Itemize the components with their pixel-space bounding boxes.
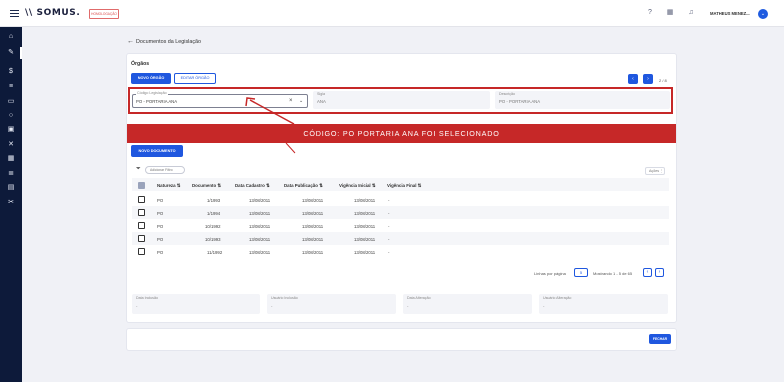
data-alteracao-value: -	[407, 304, 409, 309]
cell-data-cadastro: 13/08/2011	[249, 237, 271, 242]
data-alteracao-label: Data Alteração	[407, 296, 431, 300]
col-vigencia-inicial[interactable]: Vigência Inicial ⇅	[339, 183, 376, 189]
cell-vigencia-final: -	[388, 224, 390, 229]
codigo-label: Código Legislação	[136, 91, 168, 95]
cell-vigencia-final: -	[388, 250, 390, 255]
cell-vigencia-final: -	[388, 237, 390, 242]
add-filter-label: Adicionar Filtro	[150, 168, 173, 172]
cell-documento: 10/1993	[205, 237, 221, 242]
rows-per-page-select[interactable]: 5	[574, 268, 588, 277]
next-page-button[interactable]: ›	[655, 268, 664, 277]
usuario-alteracao-label: Usuário Alteração	[543, 296, 572, 300]
cell-vigencia-final: -	[388, 198, 390, 203]
acoes-button[interactable]: Ações ⋮	[645, 167, 665, 175]
annotation-arrows	[245, 97, 296, 154]
close-button[interactable]: FECHAR	[649, 334, 671, 344]
cell-data-publicacao: 13/08/2011	[302, 237, 324, 242]
row-checkbox[interactable]	[138, 209, 145, 216]
cell-data-publicacao: 13/08/2011	[302, 211, 324, 216]
cell-vigencia-final: -	[388, 211, 390, 216]
row-checkbox[interactable]	[138, 196, 145, 203]
data-inclusao-value: -	[136, 304, 138, 309]
select-all-checkbox[interactable]	[138, 182, 145, 189]
cell-data-publicacao: 13/08/2011	[302, 224, 324, 229]
usuario-inclusao-value: -	[271, 304, 273, 309]
annotation-banner: CÓDIGO: PO PORTARIA ANA FOI SELECIONADO	[127, 124, 676, 143]
new-document-button[interactable]: NOVO DOCUMENTO	[131, 145, 183, 157]
cell-data-cadastro: 13/08/2011	[249, 211, 271, 216]
usuario-alteracao-value: -	[543, 304, 545, 309]
cell-documento: 1/1993	[207, 198, 221, 203]
cell-data-cadastro: 13/08/2011	[249, 198, 271, 203]
cell-natureza: PO	[157, 211, 164, 216]
cell-data-cadastro: 13/08/2011	[249, 224, 271, 229]
col-natureza[interactable]: Natureza ⇅	[157, 183, 180, 189]
banner-tail	[285, 142, 296, 154]
col-data-publicacao[interactable]: Data Publicação ⇅	[284, 183, 323, 189]
col-data-cadastro[interactable]: Data Cadastro ⇅	[235, 183, 270, 189]
cell-documento: 10/1992	[205, 224, 221, 229]
arrow-line	[249, 99, 295, 125]
prev-page-button[interactable]: ‹	[643, 268, 652, 277]
col-vigencia-final[interactable]: Vigência Final ⇅	[387, 183, 421, 189]
rows-per-page-label: Linhas por página	[534, 271, 566, 276]
cell-natureza: PO	[157, 237, 164, 242]
cell-natureza: PO	[157, 224, 164, 229]
cell-data-publicacao: 13/08/2011	[302, 250, 324, 255]
filter-icon[interactable]: ⏷	[136, 166, 141, 173]
col-documento[interactable]: Documento ⇅	[192, 183, 221, 189]
row-checkbox[interactable]	[138, 235, 145, 242]
cell-vigencia-inicial: 13/08/2011	[354, 211, 376, 216]
cell-data-cadastro: 13/08/2011	[249, 250, 271, 255]
cell-natureza: PO	[157, 250, 164, 255]
showing-count: Mostrando 1 - 5 de 65	[593, 271, 633, 276]
usuario-inclusao-label: Usuário Inclusão	[271, 296, 298, 300]
add-filter-chip[interactable]: Adicionar Filtro	[145, 166, 185, 174]
cell-data-publicacao: 13/08/2011	[302, 198, 324, 203]
footer-card	[126, 328, 677, 351]
cell-vigencia-inicial: 13/08/2011	[354, 198, 376, 203]
cell-vigencia-inicial: 13/08/2011	[354, 224, 376, 229]
cell-documento: 1/1994	[207, 211, 221, 216]
row-checkbox[interactable]	[138, 248, 145, 255]
acoes-label: Ações	[649, 169, 659, 173]
data-inclusao-label: Data Inclusão	[136, 296, 158, 300]
row-checkbox[interactable]	[138, 222, 145, 229]
cell-vigencia-inicial: 13/08/2011	[354, 250, 376, 255]
cell-natureza: PO	[157, 198, 164, 203]
cell-vigencia-inicial: 13/08/2011	[354, 237, 376, 242]
cell-documento: 11/1992	[207, 250, 223, 255]
